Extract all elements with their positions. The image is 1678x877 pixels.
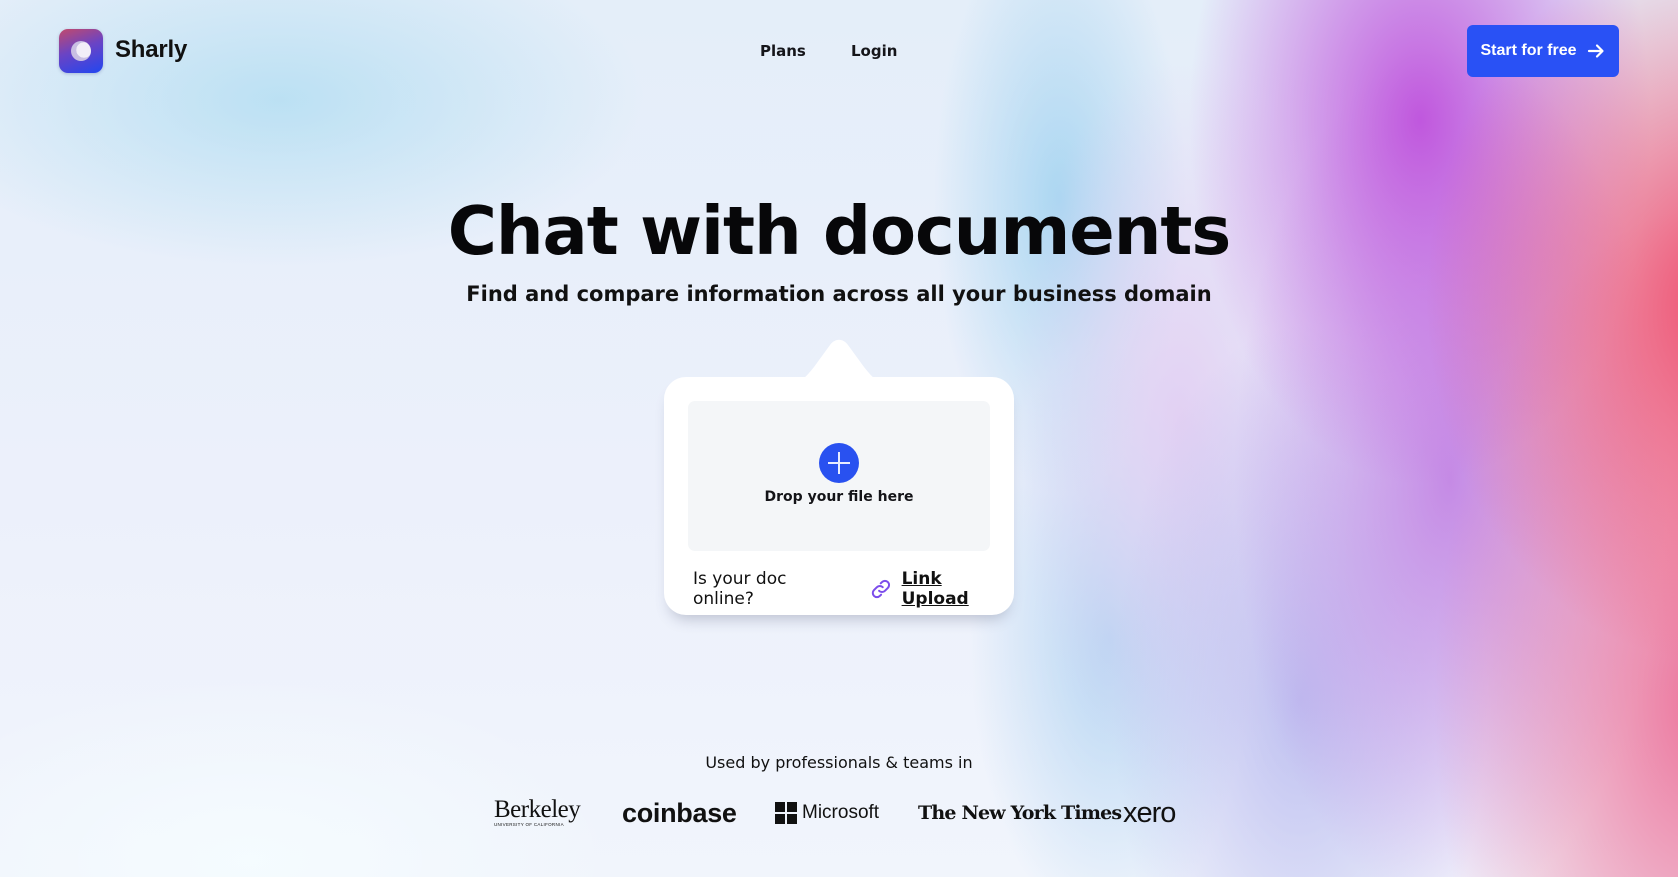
coinbase-logo: coinbase [622, 797, 737, 828]
plus-icon[interactable] [819, 443, 859, 483]
link-icon[interactable] [870, 578, 892, 600]
link-upload-row: Is your doc online? Link Upload [693, 569, 1014, 609]
brand-name[interactable]: Sharly [115, 36, 187, 64]
online-question-label: Is your doc online? [693, 569, 787, 609]
nav-plans-link[interactable]: Plans [760, 42, 806, 60]
microsoft-logo: Microsoft [775, 795, 879, 831]
microsoft-wordmark: Microsoft [802, 802, 880, 823]
nyt-logo: The New York Times [918, 802, 1122, 824]
xero-logo: xero [1123, 796, 1176, 829]
link-upload-link[interactable]: Link Upload [902, 569, 1014, 609]
customer-logos: Berkeley UNIVERSITY OF CALIFORNIA coinba… [0, 795, 1678, 831]
berkeley-wordmark: Berkeley [494, 796, 581, 823]
card-notch [782, 339, 896, 383]
hero-title: Chat with documents [447, 192, 1232, 270]
used-by-heading: Used by professionals & teams in [705, 753, 973, 772]
microsoft-grid-icon [775, 802, 797, 824]
upload-card: Drop your file here Is your doc online? … [664, 333, 1014, 617]
berkeley-logo: Berkeley UNIVERSITY OF CALIFORNIA [494, 795, 581, 831]
arrow-right-icon [1587, 44, 1604, 58]
file-dropzone[interactable]: Drop your file here [688, 401, 990, 551]
upload-card-body: Drop your file here Is your doc online? … [664, 377, 1014, 615]
sharly-logo-icon[interactable] [59, 29, 103, 73]
drop-file-label: Drop your file here [764, 489, 914, 505]
nav-login-link[interactable]: Login [851, 42, 897, 60]
hero-subtitle: Find and compare information across all … [466, 282, 1212, 306]
orb-icon [71, 41, 91, 61]
berkeley-subtitle: UNIVERSITY OF CALIFORNIA [494, 822, 564, 827]
start-for-free-button[interactable]: Start for free [1467, 25, 1619, 77]
start-for-free-label: Start for free [1480, 42, 1577, 59]
